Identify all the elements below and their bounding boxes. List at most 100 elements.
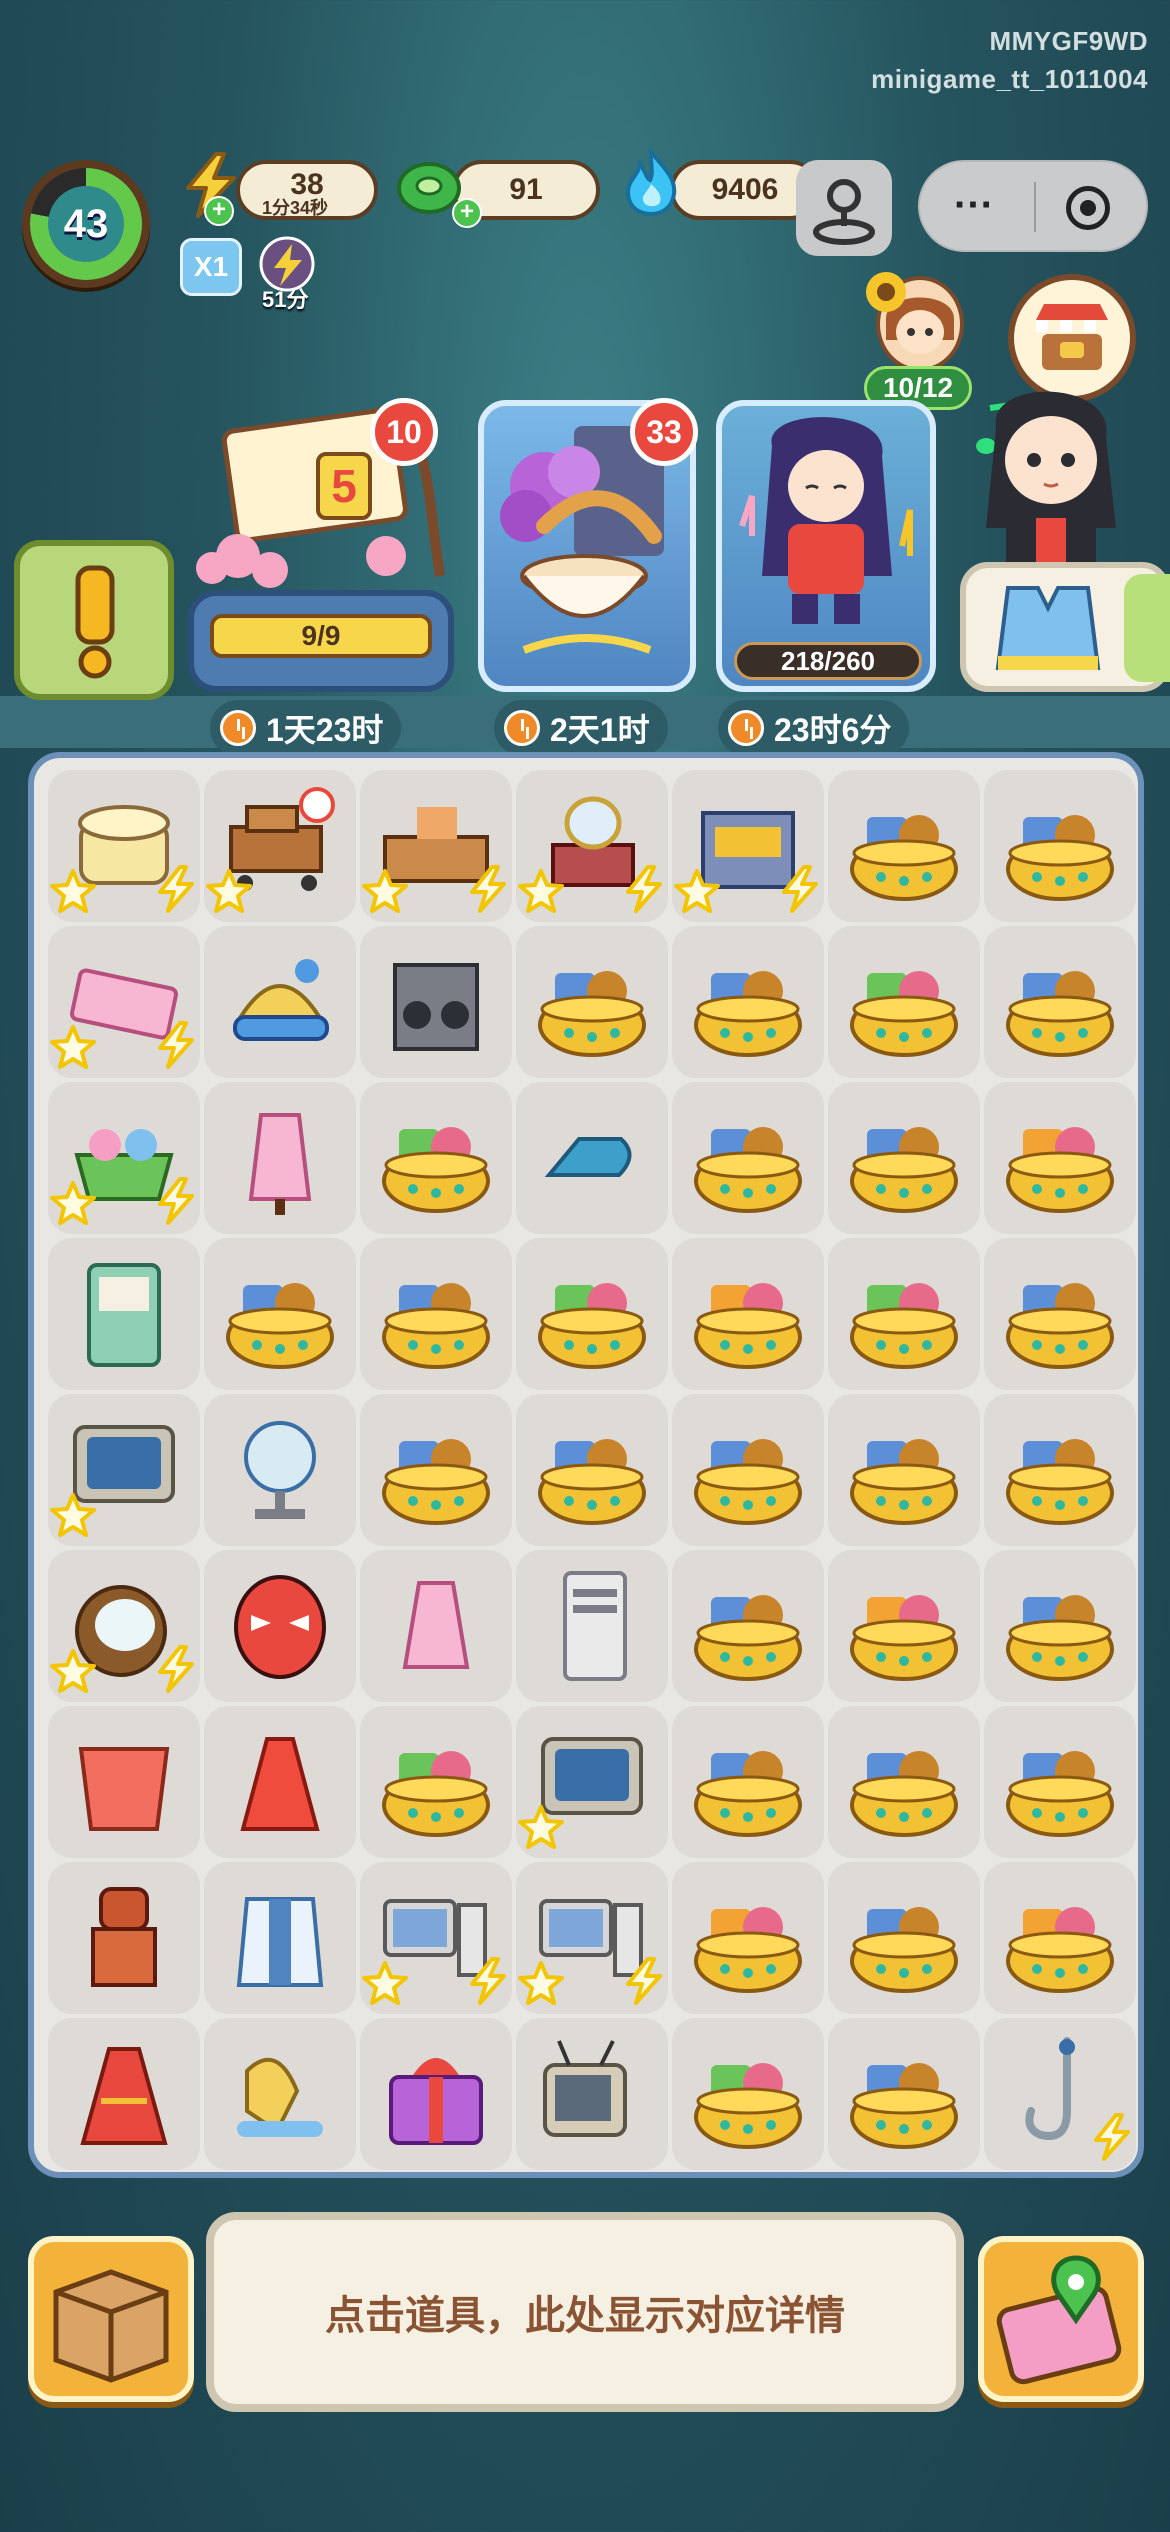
board-cell[interactable] [204,1082,356,1234]
joystick-button[interactable] [796,160,892,256]
star-icon [362,869,408,913]
treasure-basket-icon [226,1283,334,1369]
board-cell[interactable] [672,1238,824,1390]
clock-icon [220,710,256,746]
board-cell[interactable] [204,1550,356,1702]
board-cell[interactable] [360,770,512,922]
board-cell[interactable] [204,1238,356,1390]
board-cell[interactable] [360,1706,512,1858]
board-cell[interactable] [516,1238,668,1390]
close-target-icon[interactable] [1066,186,1110,230]
board-cell[interactable] [48,1550,200,1702]
board-cell[interactable] [204,770,356,922]
treasure-basket-icon [1006,815,1114,901]
clock-icon [728,710,764,746]
storage-box-button[interactable] [28,2236,194,2402]
player-level-badge[interactable]: 43 [22,160,150,288]
treasure-basket-icon [850,1439,958,1525]
energy-pill[interactable]: 38 1分34秒 [236,160,378,220]
board-cell[interactable] [984,1082,1136,1234]
map-button[interactable] [978,2236,1144,2402]
board-cell[interactable] [984,1238,1136,1390]
board-cell[interactable] [984,1550,1136,1702]
board-cell[interactable] [48,1082,200,1234]
hanfu-costume-icon [236,1897,324,1987]
board-cell[interactable] [672,2018,824,2170]
board-cell[interactable] [828,926,980,1078]
add-cash-button[interactable]: + [452,198,482,228]
energy-bolt-icon [626,865,662,913]
board-cell[interactable] [516,1862,668,2014]
merge-board [28,752,1144,2178]
board-cell[interactable] [828,1706,980,1858]
more-menu-icon[interactable]: ··· [954,185,994,225]
board-cell[interactable] [984,2018,1136,2170]
board-cell[interactable] [516,770,668,922]
board-cell[interactable] [984,1862,1136,2014]
board-cell[interactable] [828,1862,980,2014]
board-cell[interactable] [516,1550,668,1702]
capsule-divider [1034,182,1036,232]
board-cell[interactable] [48,1394,200,1546]
multiplier-button[interactable]: X1 [180,238,242,296]
board-cell[interactable] [360,1394,512,1546]
desk-fan-icon [244,1421,316,1519]
board-cell[interactable] [828,1394,980,1546]
star-icon [50,1649,96,1693]
quest-button[interactable] [14,540,174,700]
board-cell[interactable] [984,926,1136,1078]
star-icon [50,1025,96,1069]
singer-event-order-card[interactable]: 218/260 [716,400,936,692]
board-cell[interactable] [984,1706,1136,1858]
board-cell[interactable] [828,2018,980,2170]
energy-bolt-icon [158,1645,194,1693]
board-cell[interactable] [204,1394,356,1546]
star-icon [518,1961,564,2005]
board-cell[interactable] [516,1394,668,1546]
vintage-tv-icon [543,2040,627,2137]
board-cell[interactable] [828,770,980,922]
tea-event-badge: 33 [630,398,698,466]
board-cell[interactable] [48,1238,200,1390]
board-cell[interactable] [48,1706,200,1858]
cash-value: 91 [509,173,543,206]
board-cell[interactable] [984,770,1136,922]
board-cell[interactable] [672,1394,824,1546]
board-cell[interactable] [828,1550,980,1702]
treasure-basket-icon [1006,1595,1114,1681]
board-cell[interactable] [672,926,824,1078]
board-cell[interactable] [516,926,668,1078]
board-cell[interactable] [672,1082,824,1234]
treasure-basket-bell-icon [850,1595,958,1681]
board-cell[interactable] [672,1550,824,1702]
board-cell[interactable] [48,770,200,922]
board-cell[interactable] [672,770,824,922]
add-energy-button[interactable]: + [204,196,234,226]
board-cell[interactable] [672,1862,824,2014]
board-cell[interactable] [204,926,356,1078]
board-cell[interactable] [828,1238,980,1390]
board-cell[interactable] [360,2018,512,2170]
board-cell[interactable] [204,2018,356,2170]
theater-ticket-order-card[interactable]: 9/9 [188,590,454,692]
board-cell[interactable] [360,1862,512,2014]
board-cell[interactable] [48,926,200,1078]
treasure-basket-icon [850,1751,958,1837]
board-cell[interactable] [672,1706,824,1858]
board-cell[interactable] [516,1082,668,1234]
board-cell[interactable] [204,1862,356,2014]
board-cell[interactable] [204,1706,356,1858]
board-cell[interactable] [48,1862,200,2014]
star-icon [518,869,564,913]
board-cell[interactable] [48,2018,200,2170]
board-cell[interactable] [516,1706,668,1858]
clothing-order-card[interactable] [960,562,1170,692]
board-cell[interactable] [828,1082,980,1234]
board-cell[interactable] [360,926,512,1078]
board-cell[interactable] [360,1238,512,1390]
treasure-basket-icon [694,1595,802,1681]
board-cell[interactable] [360,1082,512,1234]
board-cell[interactable] [984,1394,1136,1546]
board-cell[interactable] [516,2018,668,2170]
board-cell[interactable] [360,1550,512,1702]
